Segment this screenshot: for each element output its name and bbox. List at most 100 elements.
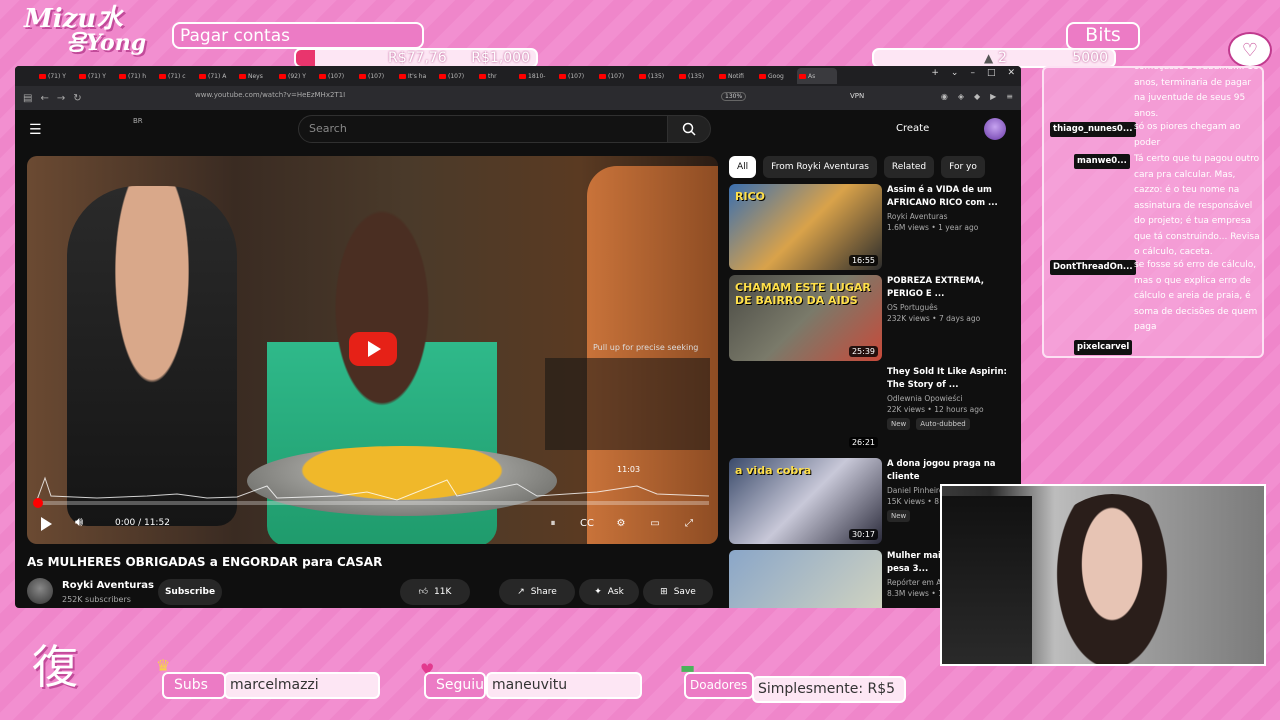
browser-tab[interactable]: Goog — [757, 68, 797, 84]
browser-tab[interactable]: As — [797, 68, 837, 84]
browser-tab[interactable]: (135) — [677, 68, 717, 84]
chat-username[interactable]: thiago_nunes0... — [1050, 122, 1136, 137]
autoplay-toggle-icon[interactable]: ⏸ — [544, 515, 562, 531]
player-controls: 🔊︎ 0:00 / 11:52 ⏸ CC ⚙ ▭ ⤢ — [37, 512, 708, 538]
recommendation-thumbnail[interactable]: CHAMAM ESTE LUGAR DE BAIRRO DA AIDS 25:39 — [729, 275, 882, 361]
extension-icon[interactable]: ◆ — [974, 92, 980, 101]
recommendation-item[interactable]: RICO 16:55 Assim é a VIDA de um AFRICANO R… — [729, 184, 1019, 270]
sidebar-toggle-icon[interactable]: ▤ — [23, 93, 32, 104]
recommendation-badge: Auto-dubbed — [916, 418, 970, 430]
reload-icon[interactable]: ↻ — [73, 93, 81, 104]
extension-icon[interactable]: ▶ — [990, 92, 996, 101]
hamburger-menu-icon[interactable]: ☰ — [29, 122, 42, 138]
channel-avatar[interactable] — [27, 578, 53, 604]
browser-tab[interactable]: Notifi — [717, 68, 757, 84]
tab-label: (135) — [648, 72, 665, 80]
progress-scrubber[interactable] — [33, 498, 43, 508]
recommendation-thumbnail[interactable]: RICO 16:55 — [729, 184, 882, 270]
recommendation-item[interactable]: CHAMAM ESTE LUGAR DE BAIRRO DA AIDS 25:39… — [729, 275, 1019, 361]
url-input[interactable]: www.youtube.com/watch?v=HeEzMHx2T1I — [195, 91, 345, 99]
tab-label: (135) — [688, 72, 705, 80]
browser-tab[interactable]: Neys — [237, 68, 277, 84]
player-right-controls: ⏸ CC ⚙ ▭ ⤢ — [544, 515, 698, 531]
recommendation-item[interactable]: 26:21 They Sold It Like Aspirin: The Stor… — [729, 366, 1019, 452]
tab-label: (71) h — [128, 72, 147, 80]
chat-message: se fosse só erro de cálculo, mas o que e… — [1134, 260, 1258, 332]
tab-favicon-icon — [39, 73, 46, 79]
captions-icon[interactable]: CC — [578, 515, 596, 531]
back-icon[interactable]: ← — [40, 93, 48, 104]
chat-username[interactable]: DontThreadOn... — [1050, 260, 1136, 275]
chip-3[interactable]: For yo — [941, 156, 985, 178]
search-button[interactable] — [667, 115, 711, 143]
like-button[interactable]: 👍︎ 11K — [400, 579, 470, 605]
recommendation-title[interactable]: They Sold It Like Aspirin: The Story of … — [887, 366, 1007, 392]
chip-0[interactable]: All — [729, 156, 757, 178]
browser-tab[interactable]: (71) h — [117, 68, 157, 84]
vpn-button[interactable]: VPN — [850, 92, 864, 100]
tab-label: As — [808, 72, 816, 80]
miniplayer-icon[interactable]: ▭ — [646, 515, 664, 531]
browser-tab[interactable]: (71) A — [197, 68, 237, 84]
browser-tab[interactable]: 1810- — [517, 68, 557, 84]
browser-tab[interactable]: (107) — [437, 68, 477, 84]
menu-icon[interactable]: ≡ — [1006, 92, 1013, 101]
browser-tab[interactable]: (107) — [317, 68, 357, 84]
recommendation-channel[interactable]: Royki Aventuras — [887, 212, 1007, 221]
recommendation-title[interactable]: Assim é a VIDA de um AFRICANO RICO com .… — [887, 184, 1007, 210]
browser-tab[interactable]: (71) c — [157, 68, 197, 84]
minimize-icon[interactable]: – — [970, 68, 975, 78]
volume-icon[interactable]: 🔊︎ — [75, 515, 83, 530]
browser-tab[interactable]: (135) — [637, 68, 677, 84]
recommendation-channel[interactable]: OS Português — [887, 303, 1007, 312]
close-window-icon[interactable]: ✕ — [1007, 68, 1015, 78]
big-play-button[interactable] — [349, 332, 397, 366]
tab-list-icon[interactable]: ⌄ — [951, 68, 959, 78]
maximize-icon[interactable]: □ — [987, 68, 996, 78]
chat-username[interactable]: manwe0... — [1074, 154, 1130, 169]
recommendation-thumbnail[interactable]: 26:21 — [729, 366, 882, 452]
tab-favicon-icon — [79, 73, 86, 79]
browser-tab[interactable]: (107) — [557, 68, 597, 84]
subscribe-button[interactable]: Subscribe — [158, 579, 222, 605]
extension-icons: ◉ ◈ ◆ ▶ ≡ — [941, 92, 1013, 101]
browser-tab[interactable]: thr — [477, 68, 517, 84]
recommendation-title[interactable]: A dona jogou praga na cliente — [887, 458, 1007, 484]
tab-label: (107) — [368, 72, 385, 80]
chat-username[interactable]: pixelcarvel — [1074, 340, 1133, 355]
settings-gear-icon[interactable]: ⚙ — [612, 515, 630, 531]
play-icon[interactable] — [41, 517, 52, 531]
progress-bar[interactable] — [33, 498, 709, 508]
bits-target: 5000 — [1072, 50, 1108, 66]
create-button[interactable]: Create — [896, 123, 929, 134]
extension-icon[interactable]: ◉ — [941, 92, 948, 101]
recommendation-thumbnail[interactable] — [729, 550, 882, 608]
browser-tab[interactable]: It's ha — [397, 68, 437, 84]
recommendation-thumbnail[interactable]: a vida cobra 30:17 — [729, 458, 882, 544]
save-button[interactable]: ⊞ Save — [643, 579, 713, 605]
tab-label: Goog — [768, 72, 784, 80]
recommendation-channel[interactable]: Odlewnia Opowieści — [887, 394, 1007, 403]
browser-tab[interactable]: (107) — [357, 68, 397, 84]
chip-2[interactable]: Related — [883, 156, 935, 178]
channel-name[interactable]: Royki Aventuras — [62, 580, 154, 591]
chip-1[interactable]: From Royki Aventuras — [763, 156, 877, 178]
share-button[interactable]: ↗ Share — [499, 579, 575, 605]
video-player[interactable]: Pull up for precise seeking 11:03 🔊︎ 0:0… — [27, 156, 718, 544]
recommendation-title[interactable]: POBREZA EXTREMA, PERIGO E ... — [887, 275, 1007, 301]
tab-label: (107) — [448, 72, 465, 80]
forward-icon[interactable]: → — [57, 93, 65, 104]
ask-button[interactable]: ✦ Ask — [579, 579, 639, 605]
user-avatar[interactable] — [984, 118, 1006, 140]
search-input[interactable]: Search — [298, 115, 668, 143]
browser-tab[interactable]: (71) Y — [37, 68, 77, 84]
zoom-level[interactable]: 130% — [721, 92, 747, 101]
tab-label: (107) — [568, 72, 585, 80]
search-icon — [682, 122, 696, 136]
fullscreen-icon[interactable]: ⤢ — [680, 515, 698, 531]
browser-tab[interactable]: (107) — [597, 68, 637, 84]
new-tab-icon[interactable]: + — [931, 68, 939, 78]
browser-tab[interactable]: (92) Y — [277, 68, 317, 84]
browser-tab[interactable]: (71) Y — [77, 68, 117, 84]
extension-icon[interactable]: ◈ — [958, 92, 964, 101]
